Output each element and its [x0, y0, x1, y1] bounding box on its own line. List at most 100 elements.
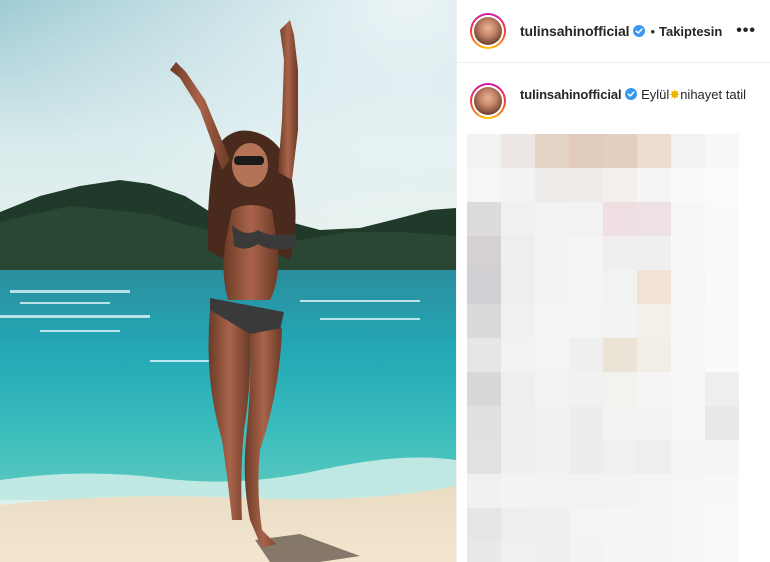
pixel-block: [671, 372, 705, 406]
pixel-block: [501, 474, 535, 508]
pixel-block: [535, 406, 569, 440]
pixel-block: [501, 236, 535, 270]
pixel-block: [569, 304, 603, 338]
beach-photo-illustration: [0, 0, 456, 562]
pixel-block: [501, 542, 535, 562]
pixel-block: [569, 338, 603, 372]
pixel-block: [705, 542, 739, 562]
pixel-block: [467, 134, 501, 168]
pixel-block: [467, 304, 501, 338]
pixel-block: [603, 474, 637, 508]
pixel-block: [705, 372, 739, 406]
pixel-block: [501, 168, 535, 202]
pixel-block: [705, 270, 739, 304]
pixel-block: [467, 508, 501, 542]
caption-text: tulinsahinofficial Eylül✸nihayet tatil: [520, 86, 756, 119]
pixel-block: [671, 134, 705, 168]
pixel-block: [501, 304, 535, 338]
pixel-block: [535, 338, 569, 372]
instagram-post: tulinsahinofficial • Takiptesin ••• tuli…: [0, 0, 770, 562]
pixel-block: [569, 270, 603, 304]
pixel-block: [671, 236, 705, 270]
pixel-block: [603, 542, 637, 562]
pixel-block: [671, 338, 705, 372]
pixel-block: [671, 508, 705, 542]
pixel-block: [501, 372, 535, 406]
pixel-block: [501, 338, 535, 372]
pixel-block: [467, 474, 501, 508]
pixel-block: [637, 202, 671, 236]
pixel-block: [637, 304, 671, 338]
caption-body-start: Eylül: [641, 87, 670, 102]
pixel-block: [671, 474, 705, 508]
pixel-block: [501, 270, 535, 304]
pixel-block: [603, 508, 637, 542]
profile-avatar[interactable]: [470, 13, 506, 49]
pixel-block: [467, 372, 501, 406]
pixel-block: [535, 372, 569, 406]
pixel-block: [535, 134, 569, 168]
verified-badge-icon: [625, 88, 638, 100]
pixel-block: [467, 542, 501, 562]
pixel-block: [535, 270, 569, 304]
pixel-block: [603, 440, 637, 474]
pixel-block: [603, 406, 637, 440]
pixel-block: [705, 168, 739, 202]
pixel-block: [535, 542, 569, 562]
pixel-block: [603, 304, 637, 338]
pixel-block: [569, 134, 603, 168]
pixel-block: [705, 440, 739, 474]
pixel-block: [501, 440, 535, 474]
pixel-block: [637, 474, 671, 508]
sparkle-emoji-icon: ✸: [669, 87, 681, 102]
pixel-block: [535, 202, 569, 236]
pixel-block: [467, 202, 501, 236]
pixel-block: [637, 542, 671, 562]
pixel-block: [603, 270, 637, 304]
pixel-block: [569, 406, 603, 440]
more-options-icon[interactable]: •••: [736, 23, 756, 39]
header-separator: •: [650, 23, 655, 39]
pixel-block: [603, 236, 637, 270]
pixel-block: [501, 508, 535, 542]
verified-badge-icon: [633, 25, 646, 37]
pixel-block: [569, 508, 603, 542]
avatar-image: [474, 87, 502, 115]
pixel-block: [671, 542, 705, 562]
pixel-block: [705, 406, 739, 440]
pixel-block: [467, 338, 501, 372]
post-photo[interactable]: [0, 0, 456, 562]
pixel-block: [705, 134, 739, 168]
pixel-block: [671, 202, 705, 236]
pixel-block: [705, 508, 739, 542]
caption-avatar[interactable]: [470, 83, 506, 119]
post-side-panel: tulinsahinofficial • Takiptesin ••• tuli…: [456, 0, 770, 562]
pixel-block: [603, 134, 637, 168]
pixel-block: [569, 202, 603, 236]
pixel-block: [705, 338, 739, 372]
pixel-block: [467, 406, 501, 440]
pixel-block: [501, 202, 535, 236]
follow-status-button[interactable]: Takiptesin: [659, 24, 722, 39]
pixel-block: [535, 304, 569, 338]
pixel-block: [467, 440, 501, 474]
caption-username[interactable]: tulinsahinofficial: [520, 87, 622, 102]
pixel-block: [637, 270, 671, 304]
pixel-block: [671, 406, 705, 440]
caption-body-end: nihayet tatil: [680, 87, 746, 102]
pixel-block: [637, 236, 671, 270]
pixel-block: [501, 134, 535, 168]
pixel-block: [569, 168, 603, 202]
pixel-block: [671, 168, 705, 202]
pixel-block: [467, 270, 501, 304]
pixel-block: [467, 236, 501, 270]
pixel-block: [705, 304, 739, 338]
pixel-block: [603, 338, 637, 372]
pixel-block: [637, 338, 671, 372]
pixel-block: [569, 236, 603, 270]
pixel-block: [535, 168, 569, 202]
pixel-block: [671, 440, 705, 474]
post-header: tulinsahinofficial • Takiptesin •••: [457, 0, 770, 63]
header-username[interactable]: tulinsahinofficial: [520, 23, 630, 39]
pixel-block: [603, 202, 637, 236]
